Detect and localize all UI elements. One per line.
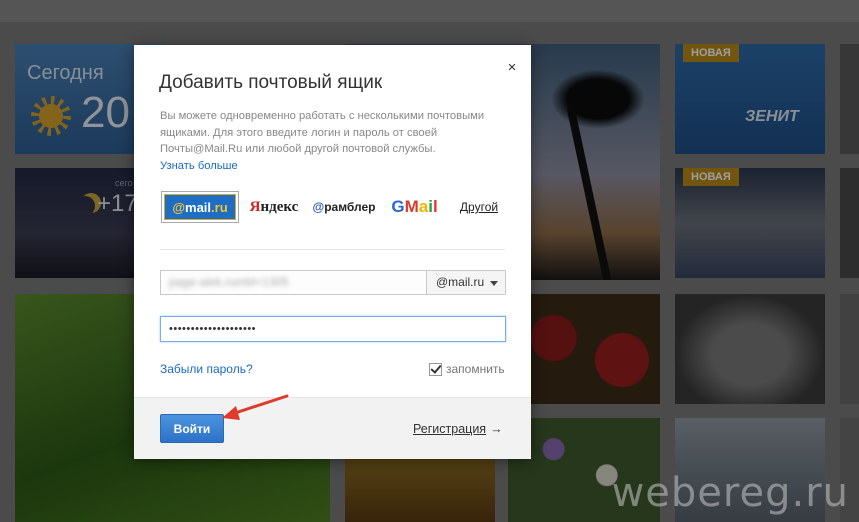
close-icon[interactable]: × [505,60,519,75]
forgot-password-link[interactable]: Забыли пароль? [160,362,253,376]
domain-select[interactable]: @mail.ru [426,270,506,295]
yandex-rest: ндекс [260,198,299,215]
register-label: Регистрация [413,422,487,436]
provider-yandex-button[interactable]: Яндекс [248,191,300,223]
gmail-a: a [418,197,429,216]
login-value: page-alek.rumbl+1305 [169,275,289,289]
password-input[interactable]: •••••••••••••••••••• [160,316,506,342]
login-button[interactable]: Войти [160,414,224,443]
login-input[interactable]: page-alek.rumbl+1305 [160,270,427,295]
description-text: Вы можете одновременно работать с нескол… [160,110,485,155]
provider-gmail-button[interactable]: GMail [387,191,442,223]
gmail-g: G [391,197,405,216]
watermark-text: webereg.ru [611,470,849,516]
remember-checkbox[interactable] [429,362,442,376]
mailru-at: @ [172,199,186,215]
dialog-title: Добавить почтовый ящик [159,72,383,93]
provider-selector: @ mail .ru Яндекс @ рамблер GMail Другой [160,191,505,223]
divider [160,249,505,250]
password-value: •••••••••••••••••••• [169,323,257,335]
yandex-first-letter: Я [249,198,261,215]
register-link[interactable]: Регистрация → [413,422,503,436]
provider-other-button[interactable]: Другой [454,191,504,223]
remember-label: запомнить [446,362,505,376]
chevron-down-icon [490,281,498,286]
dialog-description: Вы можете одновременно работать с нескол… [160,108,505,174]
provider-mailru-button[interactable]: @ mail .ru [161,191,239,223]
dialog-footer: Войти Регистрация → [134,397,531,459]
gmail-l: l [432,197,438,216]
domain-selected-value: @mail.ru [436,275,485,289]
arrow-right-icon: → [490,422,503,436]
provider-rambler-button[interactable]: @ рамблер [310,191,378,223]
mailru-ru: .ru [211,199,228,215]
learn-more-link[interactable]: Узнать больше [160,160,238,172]
add-mailbox-dialog: Добавить почтовый ящик × Вы можете однов… [134,45,531,459]
mailru-name: mail [185,199,212,215]
gmail-m: M [404,197,419,216]
rambler-at: @ [312,200,325,214]
remember-me-toggle[interactable]: запомнить [429,361,505,377]
rambler-rest: рамблер [324,200,376,214]
mailru-logo: @ mail .ru [164,194,236,220]
